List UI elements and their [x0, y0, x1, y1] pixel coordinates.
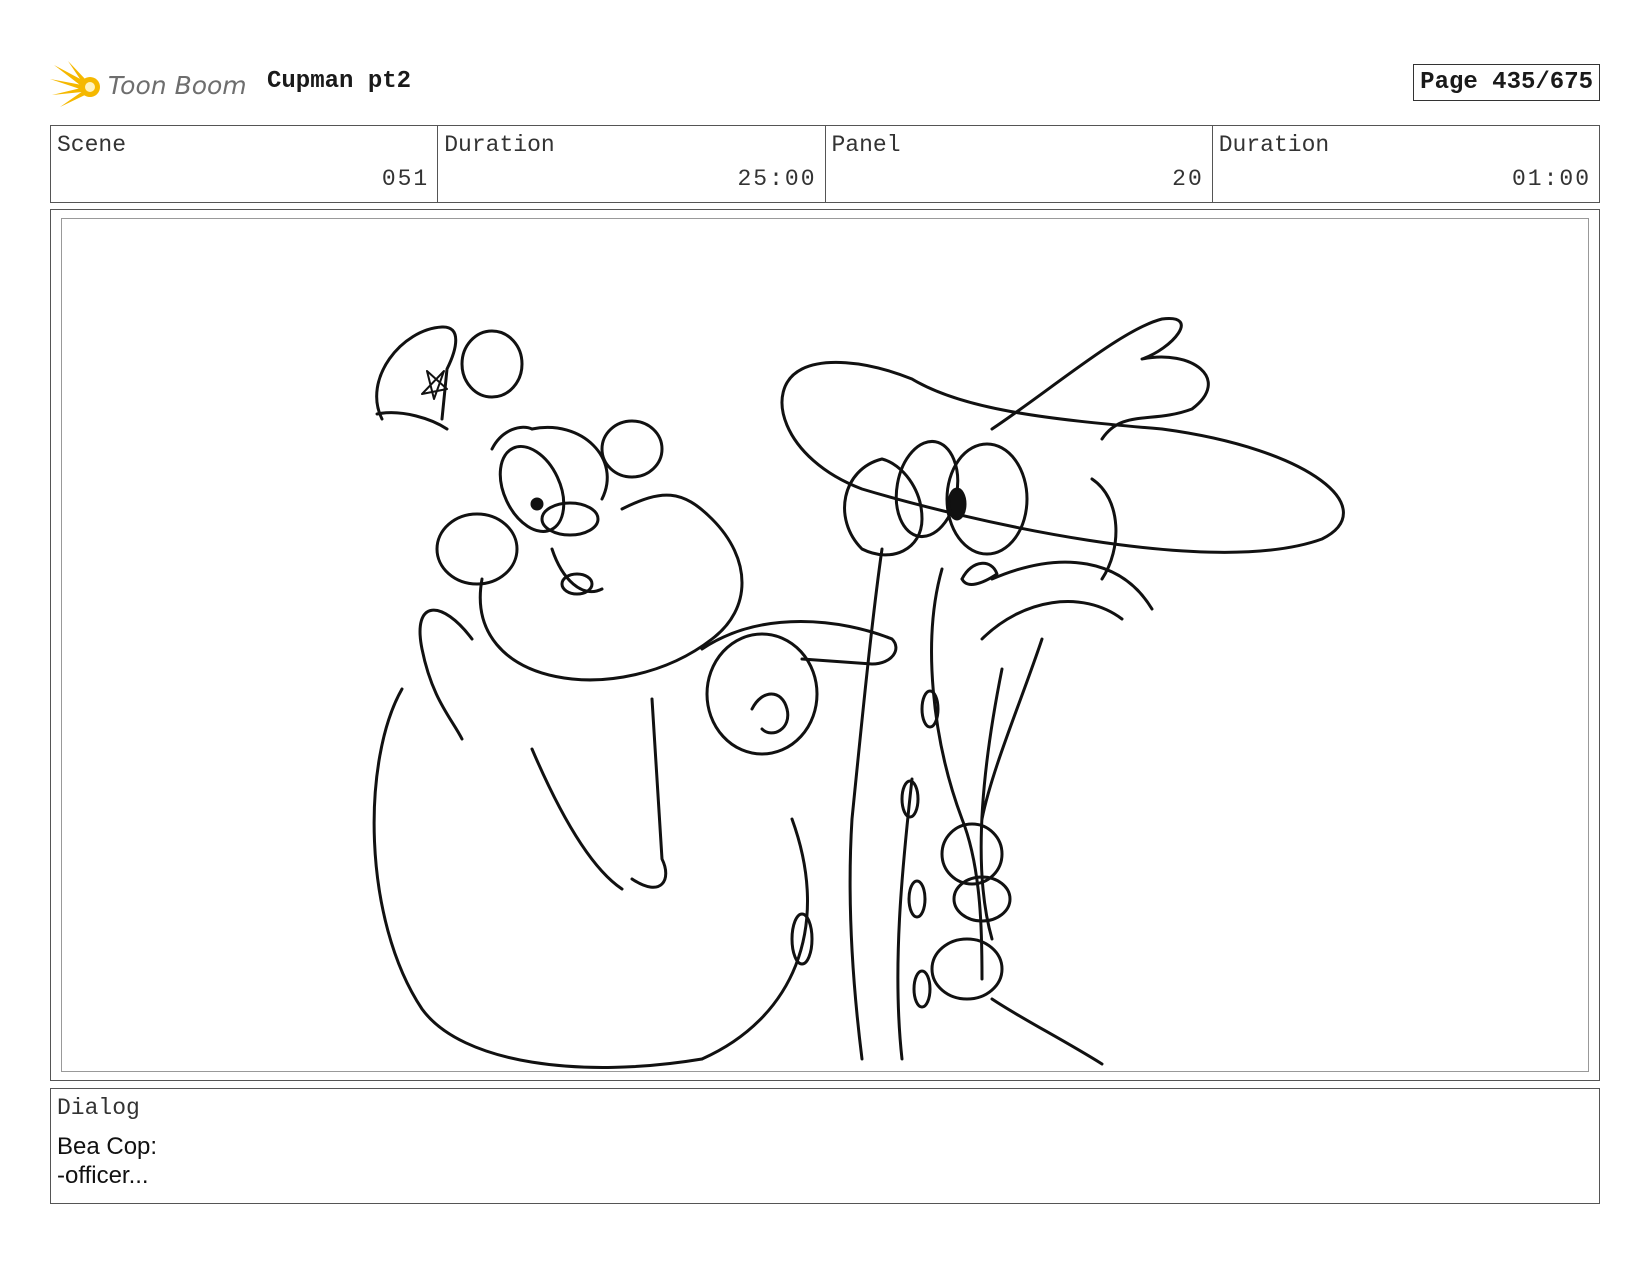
page-header: Toon Boom Cupman pt2 Page 435/675 — [50, 55, 1600, 115]
scene-duration-cell: Duration 25:00 — [438, 126, 826, 202]
dialog-label: Dialog — [57, 1095, 140, 1121]
panel-sketch — [372, 317, 1345, 1069]
scene-cell: Scene 051 — [51, 126, 439, 202]
dialog-box: Dialog Bea Cop: -officer... — [50, 1088, 1600, 1204]
cup-cowboy-sketch — [780, 317, 1345, 1066]
toon-boom-logo: Toon Boom — [50, 59, 250, 111]
panel-duration-label: Duration — [1218, 132, 1330, 158]
scene-label: Scene — [57, 132, 127, 158]
panel-value: 20 — [1172, 166, 1204, 192]
panel-duration-value: 01:00 — [1511, 166, 1591, 192]
panel-drawing-area — [61, 218, 1589, 1072]
logo-text: Toon Boom — [108, 71, 247, 100]
scene-value: 051 — [381, 166, 430, 192]
dialog-speaker: Bea Cop: — [57, 1133, 158, 1160]
project-title: Cupman pt2 — [267, 68, 412, 95]
panel-duration-cell: Duration 01:00 — [1213, 126, 1599, 202]
scene-duration-value: 25:00 — [737, 166, 817, 192]
scene-info-row: Scene 051 Duration 25:00 Panel 20 Durati… — [50, 125, 1600, 203]
panel-label: Panel — [831, 132, 901, 158]
panel-cell: Panel 20 — [826, 126, 1213, 202]
page-number: Page 435/675 — [1413, 64, 1600, 101]
storyboard-panel — [50, 209, 1600, 1081]
bear-cop-sketch — [372, 325, 898, 1069]
scene-duration-label: Duration — [444, 132, 555, 158]
dialog-text: -officer... — [57, 1162, 149, 1189]
toon-boom-burst-icon — [50, 61, 100, 107]
